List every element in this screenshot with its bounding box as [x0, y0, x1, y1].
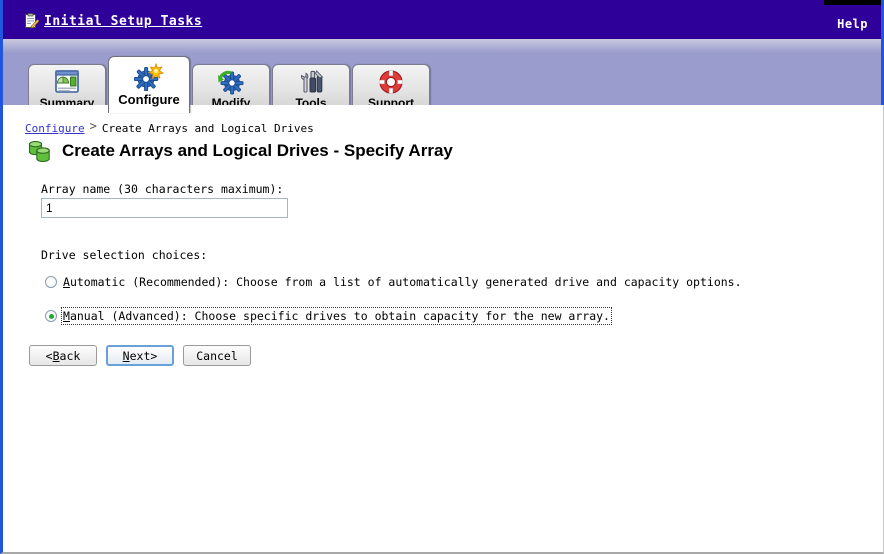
drive-selection-choices-label: Drive selection choices: [41, 248, 208, 262]
page-title-row: Create Arrays and Logical Drives - Speci… [27, 139, 453, 163]
green-drives-icon [27, 139, 53, 163]
tab-bar: Summary Configure Modify Tools Support [0, 39, 884, 113]
button-row: < Back Next > Cancel [29, 345, 251, 366]
radio-automatic-text: utomatic (Recommended): Choose from a li… [69, 275, 742, 289]
radio-manual-text: anual (Advanced): Choose specific drives… [69, 309, 610, 323]
accesskey-a: A [63, 275, 70, 289]
banner-left-edge [0, 0, 3, 39]
breadcrumb-current: Create Arrays and Logical Drives [101, 121, 314, 135]
banner-top-strip [824, 0, 884, 5]
page-title: Create Arrays and Logical Drives - Speci… [62, 141, 453, 160]
next-accesskey: N [122, 348, 130, 363]
gear-star-icon [134, 63, 164, 91]
application-window: Initial Setup Tasks Help Summary Configu… [0, 0, 884, 554]
next-button-label: ext [129, 348, 151, 363]
clipboard-pencil-icon [24, 13, 39, 29]
back-button-prefix: < [45, 348, 53, 363]
content-pane: Configure > Create Arrays and Logical Dr… [0, 105, 884, 554]
radio-automatic-label: Automatic (Recommended): Choose from a l… [63, 275, 742, 289]
next-button-suffix: > [150, 348, 158, 363]
radio-manual-indicator[interactable] [45, 310, 57, 322]
array-name-label: Array name (30 characters maximum): [41, 182, 284, 196]
radio-option-manual[interactable]: Manual (Advanced): Choose specific drive… [45, 307, 612, 325]
back-button-label: ack [59, 348, 81, 363]
breadcrumb: Configure > Create Arrays and Logical Dr… [25, 119, 314, 135]
tab-label-configure: Configure [118, 92, 180, 107]
array-name-input[interactable] [41, 198, 288, 218]
next-button[interactable]: Next > [106, 345, 174, 366]
gear-refresh-icon [217, 69, 245, 95]
tabbar-left-edge [0, 39, 3, 105]
radio-automatic-indicator[interactable] [45, 276, 57, 288]
report-chart-icon [53, 69, 81, 95]
cancel-button[interactable]: Cancel [183, 345, 251, 366]
hammer-wrench-icon [297, 69, 325, 95]
breadcrumb-link-configure[interactable]: Configure [25, 122, 85, 135]
top-banner: Initial Setup Tasks Help [0, 0, 884, 39]
help-link[interactable]: Help [837, 17, 868, 31]
breadcrumb-separator-icon: > [89, 119, 97, 133]
radio-manual-label: Manual (Advanced): Choose specific drive… [61, 307, 612, 325]
initial-setup-tasks-label: Initial Setup Tasks [44, 13, 203, 29]
initial-setup-tasks-link[interactable]: Initial Setup Tasks [24, 13, 202, 29]
back-button[interactable]: < Back [29, 345, 97, 366]
back-accesskey: B [52, 348, 60, 363]
tab-configure[interactable]: Configure [108, 56, 190, 113]
radio-option-automatic[interactable]: Automatic (Recommended): Choose from a l… [45, 275, 742, 289]
life-preserver-icon [377, 69, 405, 95]
cancel-button-label: Cancel [196, 348, 238, 363]
accesskey-m: M [63, 309, 70, 323]
